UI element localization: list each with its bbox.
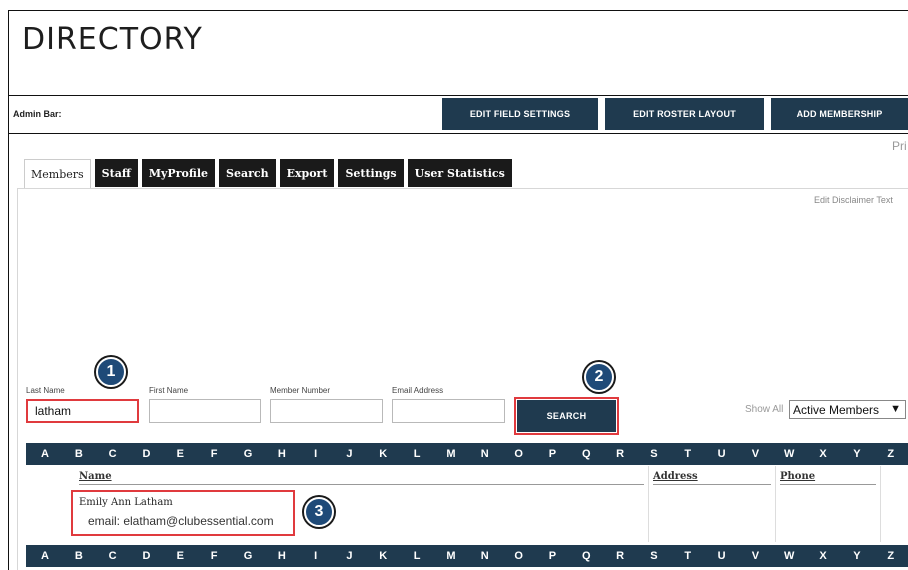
letter-e[interactable]: E [173,550,187,562]
letter-a[interactable]: A [38,448,52,460]
member-number-input[interactable] [270,399,383,423]
letter-q[interactable]: Q [579,448,593,460]
letter-c[interactable]: C [106,550,120,562]
result-member-name[interactable]: Emily Ann Latham [79,497,173,508]
letter-d[interactable]: D [139,550,153,562]
letter-f[interactable]: F [207,550,221,562]
letter-l[interactable]: L [410,550,424,562]
tab-members[interactable]: Members [24,159,91,189]
letter-m[interactable]: M [444,550,458,562]
tab-staff[interactable]: Staff [94,159,138,187]
column-header-address[interactable]: Address [653,471,698,482]
letter-k[interactable]: K [376,550,390,562]
letter-v[interactable]: V [748,550,762,562]
column-divider [648,466,649,542]
letter-a[interactable]: A [38,550,52,562]
edit-field-settings-button[interactable]: EDIT FIELD SETTINGS [442,98,598,130]
letter-r[interactable]: R [613,448,627,460]
letter-m[interactable]: M [444,448,458,460]
phone-column-rule [780,484,876,485]
column-header-phone[interactable]: Phone [780,471,815,482]
edit-disclaimer-link[interactable]: Edit Disclaimer Text [814,195,893,205]
letter-g[interactable]: G [241,448,255,460]
alphabet-bar-top: A B C D E F G H I J K L M N O P Q R S T … [26,443,908,465]
letter-j[interactable]: J [342,448,356,460]
letter-z[interactable]: Z [884,550,898,562]
letter-p[interactable]: P [545,550,559,562]
letter-u[interactable]: U [715,550,729,562]
letter-c[interactable]: C [106,448,120,460]
member-status-select[interactable]: Active Members ▼ [789,400,906,419]
letter-j[interactable]: J [342,550,356,562]
letter-h[interactable]: H [275,550,289,562]
letter-v[interactable]: V [748,448,762,460]
directory-tabs: Members Staff MyProfile Search Export Se… [24,159,512,189]
letter-q[interactable]: Q [579,550,593,562]
tab-user-statistics[interactable]: User Statistics [407,159,512,187]
callout-badge-2: 2 [584,362,614,392]
letter-d[interactable]: D [139,448,153,460]
admin-bar-label: Admin Bar: [13,109,62,119]
address-column-rule [653,484,771,485]
admin-bar-bottom-divider [9,133,908,134]
letter-w[interactable]: W [782,550,796,562]
letter-g[interactable]: G [241,550,255,562]
tab-myprofile[interactable]: MyProfile [141,159,216,187]
result-member-email[interactable]: email: elatham@clubessential.com [88,514,274,528]
last-name-label: Last Name [26,386,65,395]
letter-f[interactable]: F [207,448,221,460]
letter-i[interactable]: I [309,550,323,562]
letter-t[interactable]: T [681,550,695,562]
edit-roster-layout-button[interactable]: EDIT ROSTER LAYOUT [605,98,764,130]
tab-settings[interactable]: Settings [338,159,404,187]
search-button-highlight: SEARCH [514,397,619,435]
first-name-input[interactable] [149,399,261,423]
tab-export[interactable]: Export [279,159,335,187]
first-name-label: First Name [149,386,189,395]
letter-i[interactable]: I [309,448,323,460]
letter-s[interactable]: S [647,448,661,460]
member-status-selected: Active Members [793,402,880,417]
page-title: DIRECTORY [22,22,203,57]
admin-bar-top-divider [9,95,908,96]
letter-u[interactable]: U [715,448,729,460]
letter-b[interactable]: B [72,550,86,562]
letter-s[interactable]: S [647,550,661,562]
callout-badge-3: 3 [304,497,334,527]
dropdown-caret-icon: ▼ [890,403,901,415]
search-button[interactable]: SEARCH [517,400,616,432]
letter-y[interactable]: Y [850,550,864,562]
letter-p[interactable]: P [545,448,559,460]
email-address-label: Email Address [392,386,444,395]
column-header-name[interactable]: Name [79,471,112,482]
letter-b[interactable]: B [72,448,86,460]
last-name-input[interactable] [26,399,139,423]
name-column-rule [79,484,644,485]
letter-x[interactable]: X [816,550,830,562]
letter-x[interactable]: X [816,448,830,460]
column-divider [775,466,776,542]
letter-o[interactable]: O [512,448,526,460]
letter-w[interactable]: W [782,448,796,460]
letter-r[interactable]: R [613,550,627,562]
column-divider [880,466,881,542]
show-all-label[interactable]: Show All [745,404,783,415]
callout-badge-1: 1 [96,357,126,387]
letter-o[interactable]: O [512,550,526,562]
letter-k[interactable]: K [376,448,390,460]
letter-y[interactable]: Y [850,448,864,460]
alphabet-bar-bottom: A B C D E F G H I J K L M N O P Q R S T … [26,545,908,567]
email-address-input[interactable] [392,399,505,423]
tab-search[interactable]: Search [219,159,276,187]
add-membership-button[interactable]: ADD MEMBERSHIP [771,98,908,130]
print-link[interactable]: Pri [892,139,907,153]
letter-t[interactable]: T [681,448,695,460]
letter-l[interactable]: L [410,448,424,460]
letter-n[interactable]: N [478,550,492,562]
letter-z[interactable]: Z [884,448,898,460]
letter-n[interactable]: N [478,448,492,460]
letter-e[interactable]: E [173,448,187,460]
member-number-label: Member Number [270,386,331,395]
letter-h[interactable]: H [275,448,289,460]
